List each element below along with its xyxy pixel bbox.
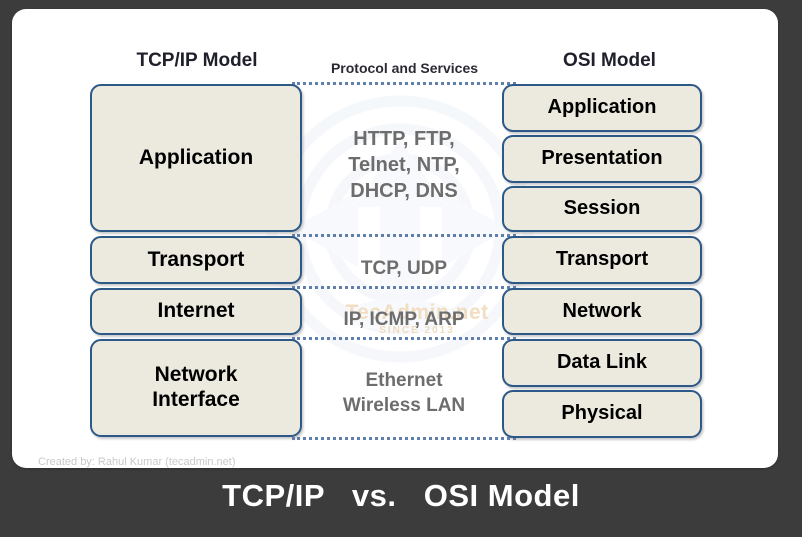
- osi-layer-transport[interactable]: Transport: [502, 236, 702, 284]
- credit-line: Created by: Rahul Kumar (tecadmin.net): [38, 456, 236, 468]
- tcpip-layer-network-interface[interactable]: Network Interface: [90, 339, 302, 437]
- osi-layer-presentation[interactable]: Presentation: [502, 135, 702, 183]
- osi-layer-application[interactable]: Application: [502, 84, 702, 132]
- diagram-title: TCP/IP vs. OSI Model: [222, 478, 580, 513]
- layer-divider-3: [292, 286, 516, 289]
- layer-divider-1: [292, 82, 516, 85]
- layer-divider-2: [292, 234, 516, 237]
- layer-label: Data Link: [556, 351, 648, 374]
- protocol-label-internet: IP, ICMP, ARP: [343, 309, 465, 330]
- tcpip-layer-internet[interactable]: Internet: [90, 288, 302, 335]
- layer-label: Session: [563, 197, 641, 220]
- layer-label: Transport: [147, 247, 245, 271]
- layer-label: Network Interface: [152, 363, 240, 411]
- diagram-root: TecAdmin.net SINCE 2013 TCP/IP Model Pro…: [0, 0, 802, 537]
- layer-label: Transport: [555, 248, 649, 271]
- diagram-card: TecAdmin.net SINCE 2013 TCP/IP Model Pro…: [12, 9, 778, 468]
- tcpip-layer-transport[interactable]: Transport: [90, 236, 302, 284]
- osi-layer-network[interactable]: Network: [502, 288, 702, 335]
- layer-label: Internet: [157, 299, 235, 323]
- osi-layer-data-link[interactable]: Data Link: [502, 339, 702, 387]
- layer-label: Presentation: [541, 147, 663, 170]
- layer-divider-4: [292, 337, 516, 340]
- protocol-label-application: HTTP, FTP, Telnet, NTP, DHCP, DNS: [348, 128, 460, 202]
- tcpip-layer-application[interactable]: Application: [90, 84, 302, 232]
- layer-divider-5: [292, 437, 516, 440]
- osi-column-header: OSI Model: [563, 50, 656, 71]
- osi-layer-session[interactable]: Session: [502, 186, 702, 232]
- protocol-label-transport: TCP, UDP: [360, 258, 448, 279]
- protocol-label-network-interface: Ethernet Wireless LAN: [342, 370, 466, 416]
- layer-label: Application: [138, 145, 254, 169]
- protocols-column-header: Protocol and Services: [330, 60, 479, 76]
- layer-label: Network: [562, 299, 642, 322]
- layer-label: Physical: [561, 402, 643, 425]
- tcpip-column-header: TCP/IP Model: [136, 50, 258, 71]
- layer-label: Application: [547, 96, 657, 119]
- osi-layer-physical[interactable]: Physical: [502, 390, 702, 438]
